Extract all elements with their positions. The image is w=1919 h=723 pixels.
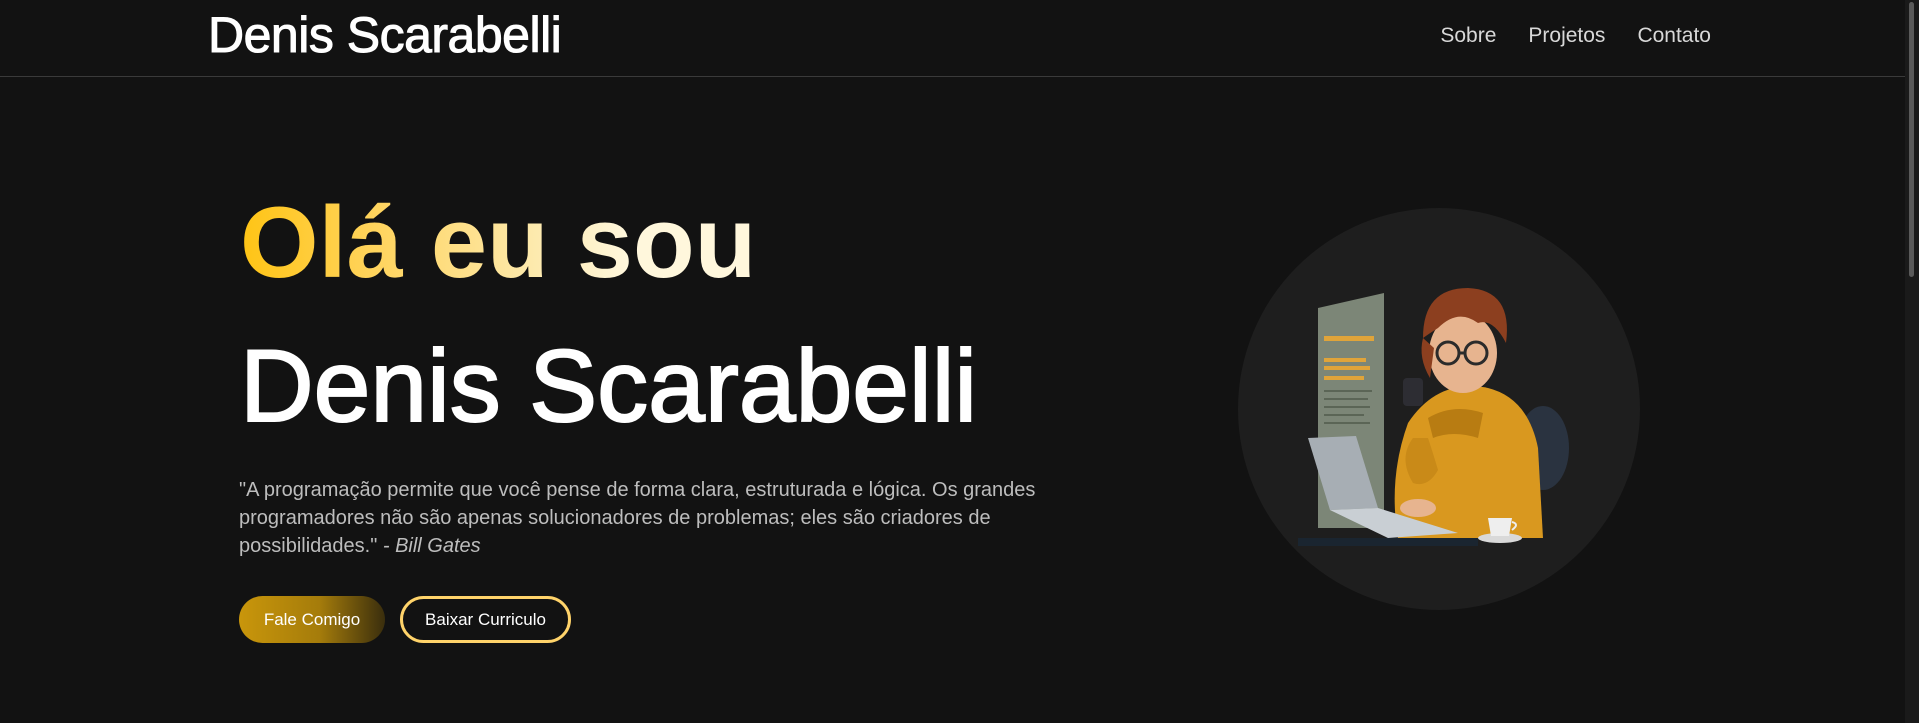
nav-link-contato[interactable]: Contato — [1637, 24, 1711, 48]
brand-logo-text[interactable]: Denis Scarabelli — [207, 7, 562, 63]
developer-illustration-icon — [1298, 288, 1569, 546]
developer-illustration — [1238, 208, 1640, 610]
nav-link-projetos[interactable]: Projetos — [1528, 24, 1605, 48]
hero-name: Denis Scarabelli — [239, 329, 978, 443]
quote-author: - Bill Gates — [382, 535, 481, 557]
page: Denis Scarabelli Sobre Projetos Contato … — [0, 0, 1919, 723]
nav-link-sobre[interactable]: Sobre — [1440, 24, 1496, 48]
hero-quote: "A programação permite que você pense de… — [239, 476, 1119, 560]
page-scrollbar[interactable] — [1905, 0, 1919, 723]
scrollbar-thumb[interactable] — [1909, 2, 1914, 277]
download-resume-button[interactable]: Baixar Curriculo — [400, 596, 571, 643]
main-nav: Sobre Projetos Contato — [1440, 24, 1711, 48]
site-header: Denis Scarabelli Sobre Projetos Contato — [0, 0, 1919, 77]
contact-button[interactable]: Fale Comigo — [239, 596, 385, 643]
hero-greeting: Olá eu sou — [240, 187, 757, 299]
quote-text: "A programação permite que você pense de… — [239, 479, 1036, 557]
